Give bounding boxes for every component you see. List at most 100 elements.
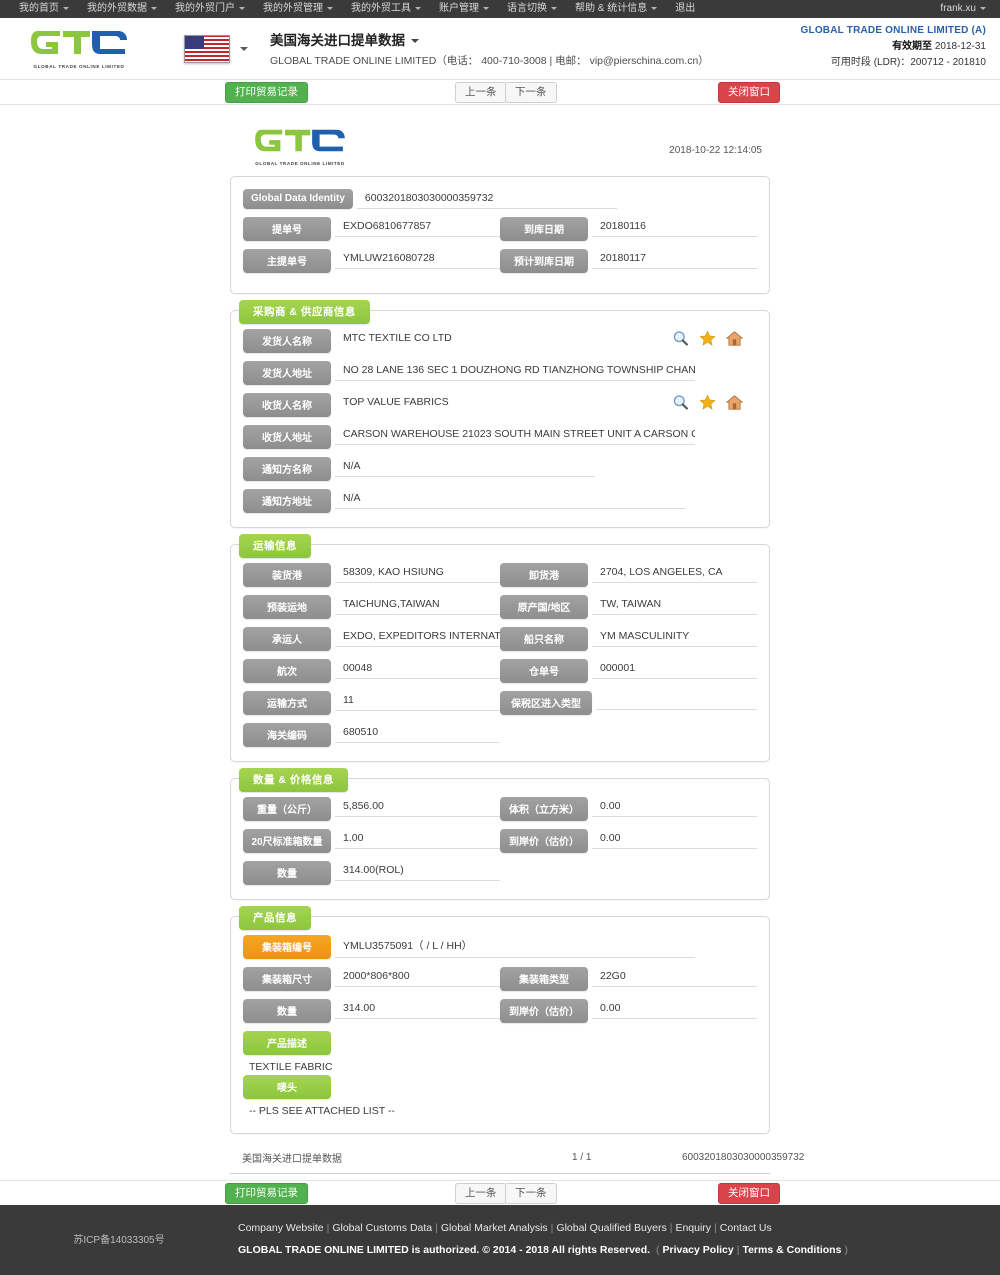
close-window-button[interactable]: 关闭窗口 (718, 82, 780, 103)
field-volume-cbm: 体积（立方米） 0.00 (500, 797, 757, 821)
chevron-down-icon (63, 6, 69, 10)
nav-item-account-management[interactable]: 账户管理 (430, 0, 498, 18)
field-label: 承运人 (243, 627, 331, 651)
country-selector[interactable] (184, 34, 248, 63)
site-logo[interactable]: GLOBAL TRADE ONLINE LIMITED (14, 28, 144, 69)
toolbar-top: 打印贸易记录 上一条 下一条 关闭窗口 (0, 80, 1000, 105)
nav-item-label: 我的外贸数据 (87, 3, 147, 14)
shipping-marks-value: -- PLS SEE ATTACHED LIST -- (249, 1105, 395, 1117)
parties-row: 通知方名称 N/A (243, 457, 757, 481)
next-record-button[interactable]: 下一条 (505, 82, 557, 103)
document-logo: GLOBAL TRADE ONLINE LIMITED (254, 127, 346, 166)
field-value: MTC TEXTILE CO LTD (343, 332, 452, 344)
field-value: EXDO, EXPEDITORS INTERNATION (335, 627, 500, 647)
field-consignee-address: 收货人地址 CARSON WAREHOUSE 21023 SOUTH MAIN … (243, 425, 757, 449)
transport-row: 装货港 58309, KAO HSIUNG 卸货港 2704, LOS ANGE… (243, 563, 757, 587)
user-menu-label: frank.xu (940, 3, 976, 14)
field-label: 体积（立方米） (500, 797, 588, 821)
field-value (596, 691, 757, 710)
nav-item-label: 退出 (675, 3, 696, 14)
nav-item-trade-data[interactable]: 我的外贸数据 (78, 0, 166, 18)
field-place-of-receipt: 预装运地 TAICHUNG,TAIWAN (243, 595, 500, 619)
nav-item-label: 我的外贸工具 (351, 3, 411, 14)
parties-row: 收货人地址 CARSON WAREHOUSE 21023 SOUTH MAIN … (243, 425, 757, 449)
nav-item-trade-portal[interactable]: 我的外贸门户 (166, 0, 254, 18)
panel-title-parties: 采购商 & 供应商信息 (239, 300, 370, 324)
footer-link-contact-us[interactable]: Contact Us (720, 1222, 772, 1234)
nav-item-language-switch[interactable]: 语言切换 (498, 0, 566, 18)
field-global-data-identity: Global Data Identity 6003201803030000359… (243, 189, 757, 209)
footer-links: Company Website | Global Customs Data | Glob… (238, 1222, 772, 1234)
field-carrier: 承运人 EXDO, EXPEDITORS INTERNATION (243, 627, 500, 651)
home-icon[interactable] (726, 394, 743, 411)
chevron-down-icon (151, 6, 157, 10)
footer-link-global-customs-data[interactable]: Global Customs Data (332, 1222, 432, 1234)
field-notify-party-address: 通知方地址 N/A (243, 489, 757, 513)
gtc-logo-icon (31, 31, 127, 54)
logo-subtitle: GLOBAL TRADE ONLINE LIMITED (255, 161, 345, 166)
footer-copyright: GLOBAL TRADE ONLINE LIMITED is authorize… (238, 1244, 848, 1256)
field-bonded-entry-type: 保税区进入类型 (500, 691, 757, 715)
search-icon[interactable] (672, 330, 689, 347)
star-icon[interactable] (699, 330, 716, 347)
field-label: 集装箱尺寸 (243, 967, 331, 991)
panel-title-quantity: 数量 & 价格信息 (239, 768, 348, 792)
shipping-marks-label: 唛头 (243, 1075, 331, 1099)
nav-item-trade-tools[interactable]: 我的外贸工具 (342, 0, 430, 18)
star-icon[interactable] (699, 394, 716, 411)
field-cif-value: 到岸价（估价） 0.00 (500, 829, 757, 853)
top-navigation-bar: 我的首页 我的外贸数据 我的外贸门户 我的外贸管理 我的外贸工具 账户管理 语言… (0, 0, 1000, 18)
nav-item-label: 帮助 & 统计信息 (575, 3, 648, 14)
field-value: TW, TAIWAN (592, 595, 757, 615)
nav-item-trade-management[interactable]: 我的外贸管理 (254, 0, 342, 18)
identity-row: 主提单号 YMLUW216080728 预计到库日期 20180117 (243, 249, 757, 273)
field-label: 预装运地 (243, 595, 331, 619)
field-label: 到库日期 (500, 217, 588, 241)
field-value: TOP VALUE FABRICS (343, 396, 449, 408)
identity-row: Global Data Identity 6003201803030000359… (243, 189, 757, 209)
field-value: N/A (335, 489, 685, 509)
field-value: N/A (335, 457, 595, 477)
field-label: 保税区进入类型 (500, 691, 592, 715)
nav-item-home[interactable]: 我的首页 (10, 0, 78, 18)
field-master-bill-number: 主提单号 YMLUW216080728 (243, 249, 500, 273)
search-icon[interactable] (672, 394, 689, 411)
footer-link-global-market-analysis[interactable]: Global Market Analysis (441, 1222, 548, 1234)
chevron-down-icon (551, 6, 557, 10)
document-footer-page: 1 / 1 (572, 1152, 592, 1163)
footer-link-enquiry[interactable]: Enquiry (675, 1222, 711, 1234)
field-teu-count: 20尺标准箱数量 1.00 (243, 829, 500, 853)
field-label: 20尺标准箱数量 (243, 829, 331, 853)
quantity-panel: 数量 & 价格信息 重量（公斤） 5,856.00 体积（立方米） 0.00 2… (230, 768, 770, 900)
parties-row: 通知方地址 N/A (243, 489, 757, 513)
previous-record-button-bottom[interactable]: 上一条 (455, 1183, 507, 1204)
field-label: 装货港 (243, 563, 331, 587)
user-menu[interactable]: frank.xu (940, 0, 986, 18)
field-label: 数量 (243, 861, 331, 885)
field-hs-code: 海关编码 680510 (243, 723, 500, 747)
parties-panel: 采购商 & 供应商信息 发货人名称 MTC TEXTILE CO LTD 发货人… (230, 300, 770, 528)
quantity-row: 重量（公斤） 5,856.00 体积（立方米） 0.00 (243, 797, 757, 821)
field-transport-mode: 运输方式 11 (243, 691, 500, 715)
footer-link-company-website[interactable]: Company Website (238, 1222, 324, 1234)
next-record-button-bottom[interactable]: 下一条 (505, 1183, 557, 1204)
close-window-button-bottom[interactable]: 关闭窗口 (718, 1183, 780, 1204)
bill-of-lading-document: GLOBAL TRADE ONLINE LIMITED 2018-10-22 1… (230, 115, 804, 1174)
nav-item-help-stats[interactable]: 帮助 & 统计信息 (566, 0, 666, 18)
product-description-value: TEXTILE FABRIC (249, 1061, 333, 1073)
previous-record-button[interactable]: 上一条 (455, 82, 507, 103)
home-icon[interactable] (726, 330, 743, 347)
footer-link-global-qualified-buyers[interactable]: Global Qualified Buyers (556, 1222, 666, 1234)
footer-link-privacy-policy[interactable]: Privacy Policy (663, 1244, 734, 1256)
print-record-button[interactable]: 打印贸易记录 (225, 82, 308, 103)
transport-row: 运输方式 11 保税区进入类型 (243, 691, 757, 715)
field-label: 收货人地址 (243, 425, 331, 449)
document-footer-identity: 6003201803030000359732 (682, 1152, 805, 1163)
field-value: 0.00 (592, 829, 757, 849)
field-label: 预计到库日期 (500, 249, 588, 273)
footer-link-terms[interactable]: Terms & Conditions (742, 1244, 841, 1256)
field-label: 收货人名称 (243, 393, 331, 417)
chevron-down-icon (980, 6, 986, 10)
print-record-button-bottom[interactable]: 打印贸易记录 (225, 1183, 308, 1204)
nav-item-logout[interactable]: 退出 (666, 0, 704, 18)
